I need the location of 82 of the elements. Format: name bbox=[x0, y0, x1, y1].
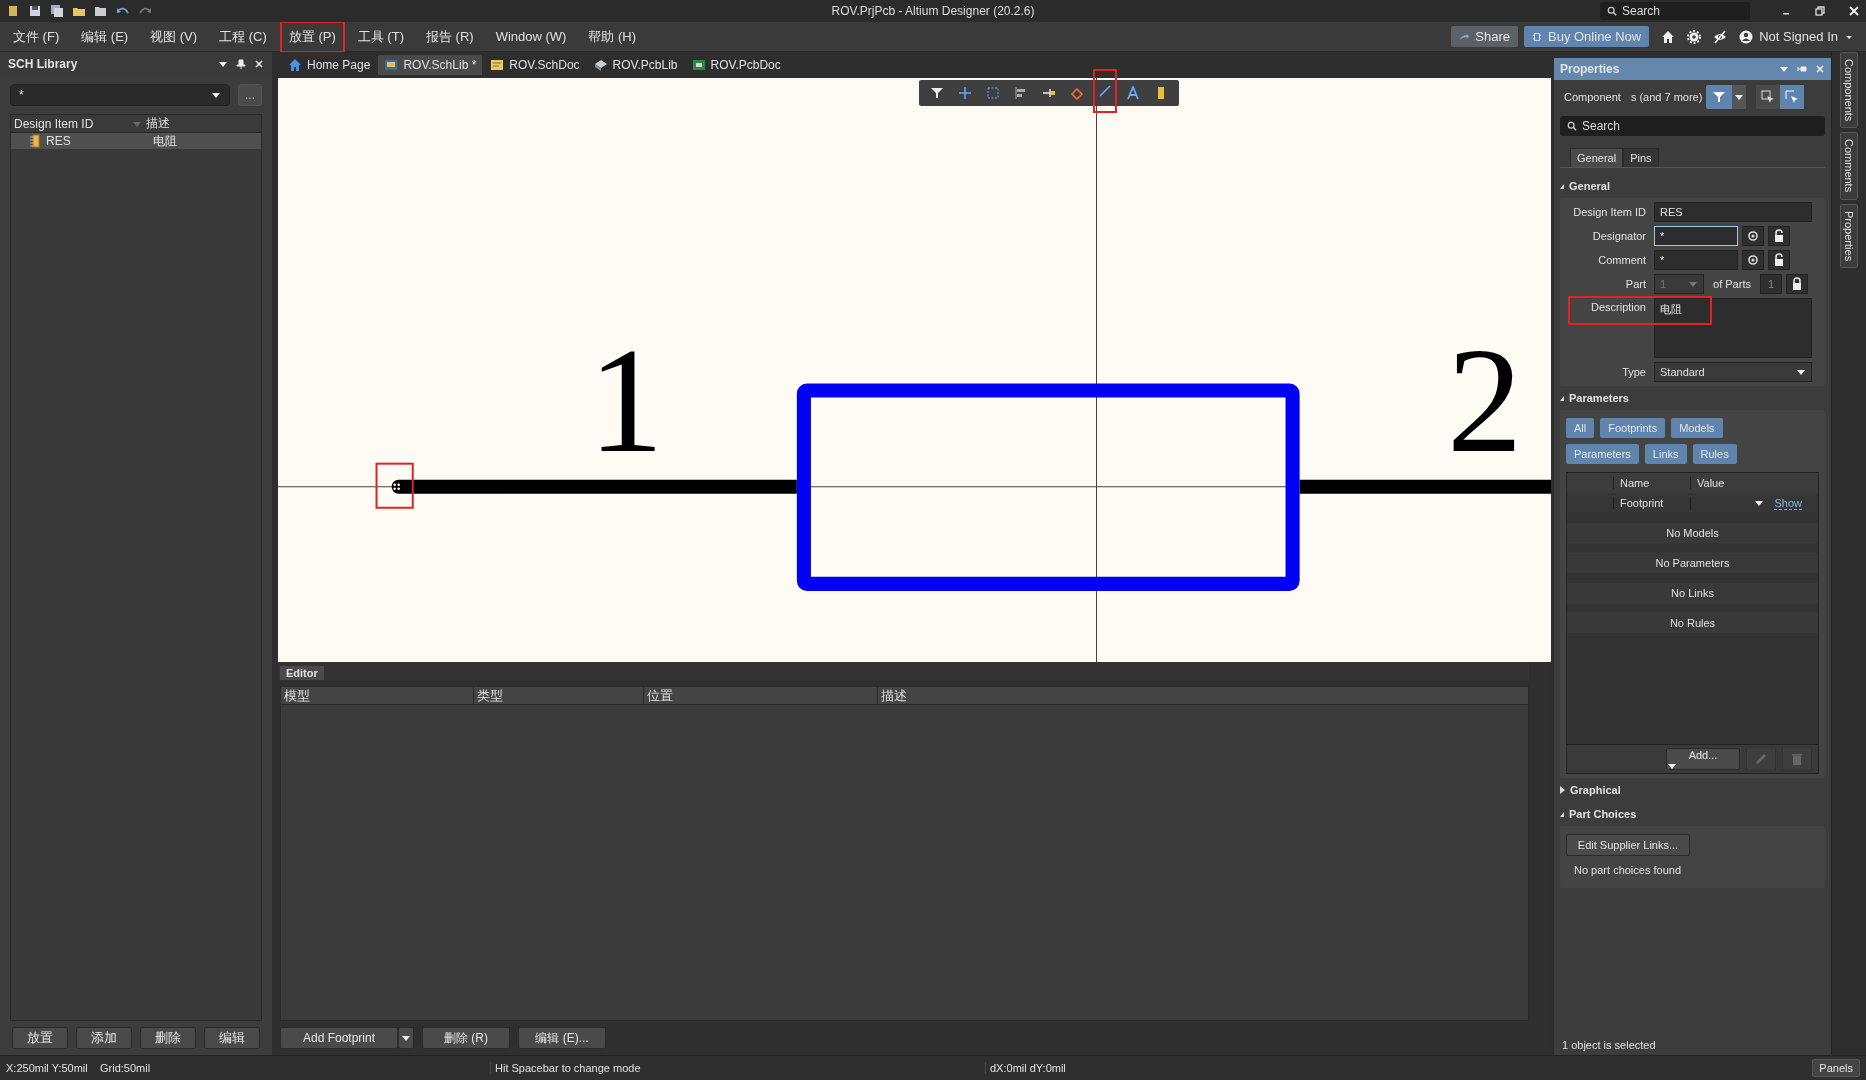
cursor-position: X:250mil Y:50mil bbox=[6, 1062, 89, 1074]
empty-message: No Models bbox=[1567, 523, 1818, 543]
library-row[interactable]: RES 电阻 bbox=[11, 133, 261, 149]
search-field[interactable]: Search bbox=[1600, 2, 1750, 20]
column-header[interactable]: 模型 bbox=[281, 686, 474, 705]
menu-item[interactable]: 帮助 (H) bbox=[579, 20, 646, 53]
selection-summary: s (and 7 more) bbox=[1630, 91, 1703, 103]
status-hint: Hit Spacebar to change mode bbox=[490, 1062, 985, 1074]
parts-count: 1 bbox=[1760, 274, 1782, 294]
column-header[interactable]: 位置 bbox=[644, 686, 878, 705]
show-link[interactable]: Show bbox=[1774, 496, 1802, 510]
panel-button[interactable]: 编辑 bbox=[204, 1027, 260, 1049]
item-description: 电阻 bbox=[152, 132, 177, 150]
document-tab[interactable]: ROV.SchDoc bbox=[484, 55, 586, 75]
pin-number: 1 bbox=[588, 316, 664, 484]
empty-message: No Parameters bbox=[1567, 553, 1818, 573]
edit-button[interactable]: 编辑 (E)... bbox=[518, 1027, 606, 1049]
add-footprint-button[interactable]: Add Footprint bbox=[280, 1027, 398, 1049]
grid-size: Grid:50mil bbox=[100, 1062, 152, 1074]
browse-button[interactable]: ... bbox=[238, 84, 262, 106]
side-panel-tab[interactable]: Properties bbox=[1840, 203, 1858, 268]
text-field[interactable]: * bbox=[1654, 250, 1738, 270]
selection-label: Component bbox=[1564, 91, 1621, 103]
panel-tab[interactable]: General bbox=[1570, 148, 1624, 167]
section-header[interactable]: Part Choices bbox=[1560, 802, 1825, 826]
section-header[interactable]: Graphical bbox=[1560, 778, 1825, 802]
menu-item[interactable]: 工具 (T) bbox=[348, 20, 413, 53]
text-field[interactable]: RES bbox=[1654, 202, 1812, 222]
column-header[interactable]: Design Item ID bbox=[14, 116, 132, 131]
column-header[interactable]: 类型 bbox=[474, 686, 644, 705]
empty-message: No Rules bbox=[1567, 613, 1818, 633]
document-tab[interactable]: ROV.PcbDoc bbox=[685, 55, 787, 75]
document-tab[interactable]: ROV.PcbLib bbox=[587, 55, 684, 75]
delete-button[interactable]: 删除 (R) bbox=[422, 1027, 510, 1049]
search-field[interactable]: Search bbox=[1560, 116, 1825, 136]
parameter-name: Footprint bbox=[1613, 497, 1690, 509]
selection-status: 1 object is selected bbox=[1561, 1038, 1657, 1053]
empty-message: No Links bbox=[1567, 583, 1818, 603]
share-button[interactable]: Share bbox=[1451, 26, 1518, 47]
menu-item[interactable]: 编辑 (E) bbox=[72, 20, 138, 53]
panel-button[interactable]: 删除 bbox=[140, 1027, 196, 1049]
field-label: Part bbox=[1624, 278, 1647, 290]
column-header[interactable]: Value bbox=[1690, 477, 1818, 489]
text-field[interactable]: * bbox=[1654, 226, 1738, 246]
field-label: of Parts bbox=[1712, 278, 1752, 290]
panel-button[interactable]: 添加 bbox=[76, 1027, 132, 1049]
column-header[interactable]: Name bbox=[1613, 477, 1690, 489]
item-id: RES bbox=[46, 134, 72, 148]
field-label: Type bbox=[1621, 366, 1647, 378]
panels-button[interactable]: Panels bbox=[1812, 1059, 1860, 1077]
field-label: Description bbox=[1589, 300, 1647, 313]
document-tab[interactable]: Home Page bbox=[282, 55, 377, 75]
account-menu[interactable]: Not Signed In bbox=[1739, 29, 1854, 44]
panel-title: SCH Library bbox=[8, 57, 78, 71]
menu-item[interactable]: 文件 (F) bbox=[4, 20, 69, 53]
column-header[interactable]: 描述 bbox=[142, 115, 170, 132]
side-panel-tab[interactable]: Comments bbox=[1840, 132, 1858, 200]
side-panel-tab[interactable]: Components bbox=[1840, 52, 1858, 129]
cursor-delta: dX:0mil dY:0mil bbox=[985, 1062, 1066, 1074]
menu-item[interactable]: 工程 (C) bbox=[210, 20, 276, 53]
document-tab[interactable]: ROV.SchLib * bbox=[378, 55, 483, 75]
column-header[interactable]: 描述 bbox=[878, 686, 1528, 705]
filter-dropdown[interactable]: * bbox=[10, 84, 230, 106]
text-area[interactable]: 电阻 bbox=[1654, 298, 1812, 358]
panel-button[interactable]: 放置 bbox=[12, 1027, 68, 1049]
section-header[interactable]: General bbox=[1560, 174, 1825, 198]
field-label: Design Item ID bbox=[1572, 206, 1647, 218]
section-header[interactable]: Parameters bbox=[1560, 386, 1825, 410]
type-dropdown[interactable]: Standard bbox=[1654, 362, 1812, 382]
menu-item[interactable]: 报告 (R) bbox=[416, 20, 483, 53]
menu-item[interactable]: 视图 (V) bbox=[141, 20, 207, 53]
panel-title: Properties bbox=[1560, 62, 1620, 76]
field-label: Comment bbox=[1597, 254, 1647, 266]
empty-message: No part choices found bbox=[1573, 863, 1682, 878]
editor-tab[interactable]: Editor bbox=[280, 666, 324, 680]
menu-item[interactable]: Window (W) bbox=[486, 22, 576, 51]
add-button[interactable]: Add... bbox=[1666, 748, 1740, 770]
pin-number: 2 bbox=[1446, 316, 1523, 484]
field-label: Designator bbox=[1591, 230, 1647, 242]
window-title: ROV.PrjPcb - Altium Designer (20.2.6) bbox=[831, 4, 1035, 18]
panel-tab[interactable]: Pins bbox=[1623, 148, 1659, 167]
edit-supplier-links-button[interactable]: Edit Supplier Links... bbox=[1566, 834, 1690, 856]
